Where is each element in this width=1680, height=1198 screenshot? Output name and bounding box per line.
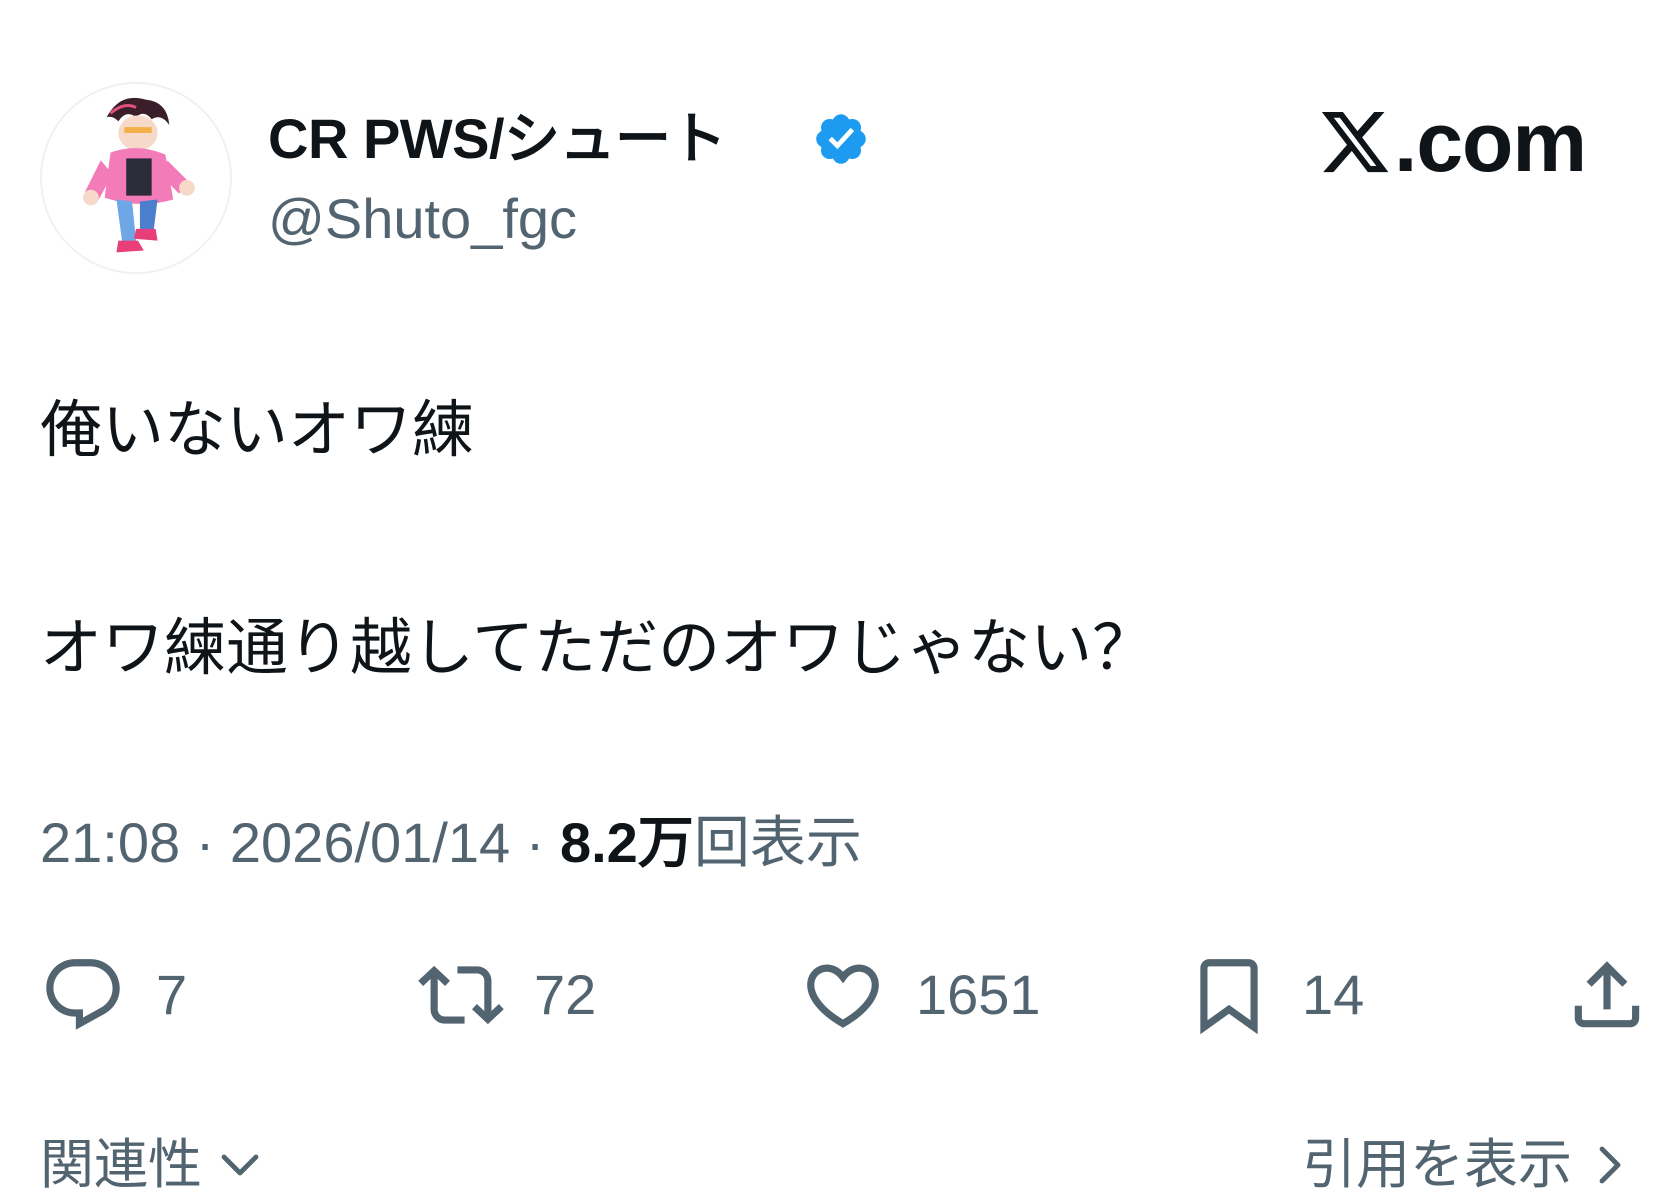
share-button[interactable]: [1564, 950, 1650, 1040]
views-count[interactable]: 8.2万: [560, 811, 694, 874]
verified-badge-icon[interactable]: [812, 110, 870, 168]
heart-icon: [807, 964, 879, 1028]
sort-dropdown[interactable]: 関連性: [40, 1132, 264, 1198]
brand-logo: .com: [1318, 95, 1587, 189]
meta-separator: ·: [510, 811, 560, 874]
share-icon: [1574, 961, 1640, 1028]
retweet-count: 72: [534, 963, 597, 1026]
reply-icon: [46, 959, 120, 1030]
tweet-text-line: 俺いないオワ練: [40, 393, 475, 466]
x-logo-icon: [1321, 111, 1389, 173]
tweet-date[interactable]: 2026/01/14: [230, 811, 510, 874]
bookmark-count: 14: [1302, 963, 1365, 1026]
action-bar: 7 72 1651 14: [0, 950, 1680, 1040]
chevron-down-icon: [221, 1154, 259, 1176]
user-handle[interactable]: @Shuto_fgc: [268, 184, 577, 254]
tweet-time[interactable]: 21:08: [40, 811, 180, 874]
bookmark-button[interactable]: 14: [1186, 950, 1364, 1040]
meta-separator: ·: [180, 811, 230, 874]
chevron-right-icon: [1599, 1146, 1621, 1184]
retweet-button[interactable]: 72: [418, 950, 596, 1040]
tweet-meta: 21:08 · 2026/01/14 · 8.2万回表示: [40, 808, 862, 878]
reply-count: 7: [156, 963, 188, 1026]
like-count: 1651: [916, 963, 1041, 1026]
retweet-icon: [418, 965, 504, 1025]
view-quotes-link[interactable]: 引用を表示: [1302, 1132, 1634, 1198]
brand-text: .com: [1394, 95, 1587, 189]
like-button[interactable]: 1651: [800, 950, 1041, 1040]
view-quotes-label: 引用を表示: [1302, 1133, 1572, 1196]
bookmark-icon: [1200, 959, 1258, 1035]
reply-button[interactable]: 7: [40, 950, 187, 1040]
sort-label: 関連性: [40, 1133, 202, 1196]
avatar[interactable]: [40, 82, 232, 274]
views-label[interactable]: 回表示: [694, 811, 862, 874]
tweet-text-line: オワ練通り越してただのオワじゃない？: [40, 611, 1155, 684]
avatar-illustration: [42, 84, 230, 272]
display-name[interactable]: CR PWS/シュート: [268, 104, 727, 174]
